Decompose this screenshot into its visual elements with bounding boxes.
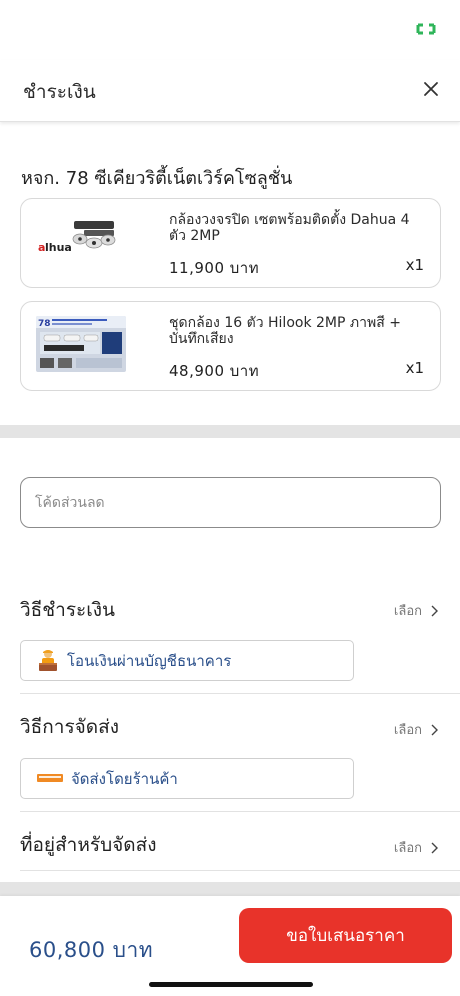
checkout-header: ชำระเงิน [0,60,460,122]
section-divider [0,425,460,438]
shipping-option-label: จัดส่งโดยร้านค้า [71,769,178,788]
coupon-code-input[interactable] [20,477,441,528]
order-total: 60,800 บาท [29,938,154,962]
payment-option-label: โอนเงินผ่านบัญชีธนาคาร [67,651,232,670]
checkout-footer: 60,800 บาท ขอใบเสนอราคา [0,896,460,996]
select-label: เลือก [393,723,422,738]
select-label: เลือก [393,841,422,856]
payment-option-bank-transfer[interactable]: โอนเงินผ่านบัญชีธนาคาร [20,640,354,681]
home-indicator [149,982,313,987]
section-divider [0,882,460,896]
product-image: a lhua [36,213,126,269]
payment-method-title: วิธีชำระเงิน [20,599,115,621]
shop-name: หจก. 78 ซีเคียวริตี้เน็ตเวิร์คโซลูชั่น [21,168,293,189]
address-select-link[interactable]: เลือก [394,837,438,858]
row-divider [20,693,460,694]
payment-select-link[interactable]: เลือก [394,600,438,621]
request-quote-button[interactable]: ขอใบเสนอราคา [239,908,452,963]
svg-text:lhua: lhua [45,241,72,254]
chevron-right-icon [431,842,438,853]
product-quantity: x1 [405,256,424,274]
delivery-person-icon [39,649,57,671]
shipping-address-title: ที่อยู่สำหรับจัดส่ง [20,834,157,856]
battery-icon [416,23,436,35]
shipping-option-by-store[interactable]: จัดส่งโดยร้านค้า [20,758,354,799]
shipping-method-title: วิธีการจัดส่ง [20,716,119,738]
row-divider [20,870,460,871]
store-shipping-icon [37,773,63,782]
product-price: 48,900 บาท [169,362,260,380]
close-icon[interactable] [420,78,442,100]
chevron-right-icon [431,605,438,616]
product-name: ชุดกล้อง 16 ตัว Hilook 2MP ภาพสี + บันทึ… [169,315,401,347]
status-bar [0,0,460,60]
product-card[interactable]: 78 ชุดกล้อง 16 ตัว Hilook 2MP ภาพสี + บั… [20,301,441,391]
product-card[interactable]: a lhua กล้องวงจรปิด เซตพร้อมติดตั้ง Dahu… [20,198,441,288]
product-quantity: x1 [405,359,424,377]
row-divider [20,811,460,812]
page-title: ชำระเงิน [23,81,96,103]
select-label: เลือก [393,604,422,619]
product-name: กล้องวงจรปิด เซตพร้อมติดตั้ง Dahua 4 ตัว… [169,212,410,244]
product-price: 11,900 บาท [169,259,260,277]
svg-text:78: 78 [38,319,51,329]
chevron-right-icon [431,724,438,735]
shipping-select-link[interactable]: เลือก [394,719,438,740]
product-image: 78 [36,316,126,372]
